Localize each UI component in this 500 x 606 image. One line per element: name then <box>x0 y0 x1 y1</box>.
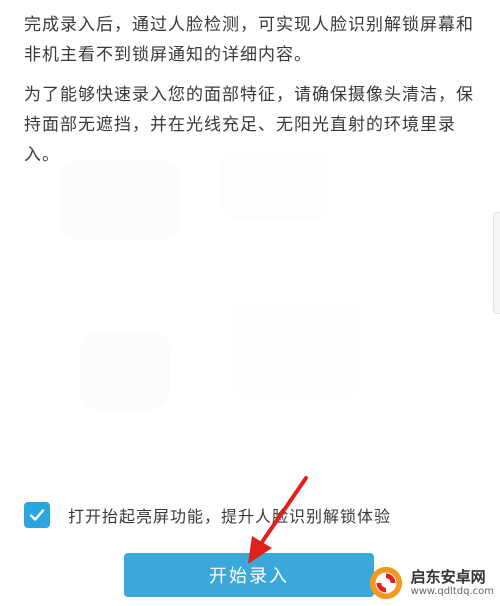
intro-paragraph-1: 完成录入后，通过人脸检测，可实现人脸识别解锁屏幕和非机主看不到锁屏通知的详细内容… <box>24 15 474 65</box>
checkmark-icon <box>29 509 45 521</box>
raise-to-wake-label: 打开抬起亮屏功能，提升人脸识别解锁体验 <box>68 507 392 526</box>
intro-text: 完成录入后，通过人脸检测，可实现人脸识别解锁屏幕和非机主看不到锁屏通知的详细内容… <box>24 10 476 170</box>
side-pull-tab[interactable] <box>493 212 500 314</box>
faded-shape <box>80 330 170 410</box>
site-watermark: 启东安卓网 www.qdltdq.com <box>367 564 494 602</box>
faded-shape <box>220 150 330 220</box>
watermark-logo-icon <box>369 566 402 600</box>
raise-to-wake-checkbox[interactable] <box>24 502 50 528</box>
face-illustration-faded <box>60 150 420 470</box>
raise-to-wake-option[interactable]: 打开抬起亮屏功能，提升人脸识别解锁体验 <box>24 500 391 530</box>
faded-shape <box>230 300 360 400</box>
watermark-title: 启东安卓网 <box>410 568 486 587</box>
watermark-url: www.qdltdq.com <box>410 585 494 597</box>
red-arrow-annotation <box>248 476 308 564</box>
faded-shape <box>60 160 180 240</box>
